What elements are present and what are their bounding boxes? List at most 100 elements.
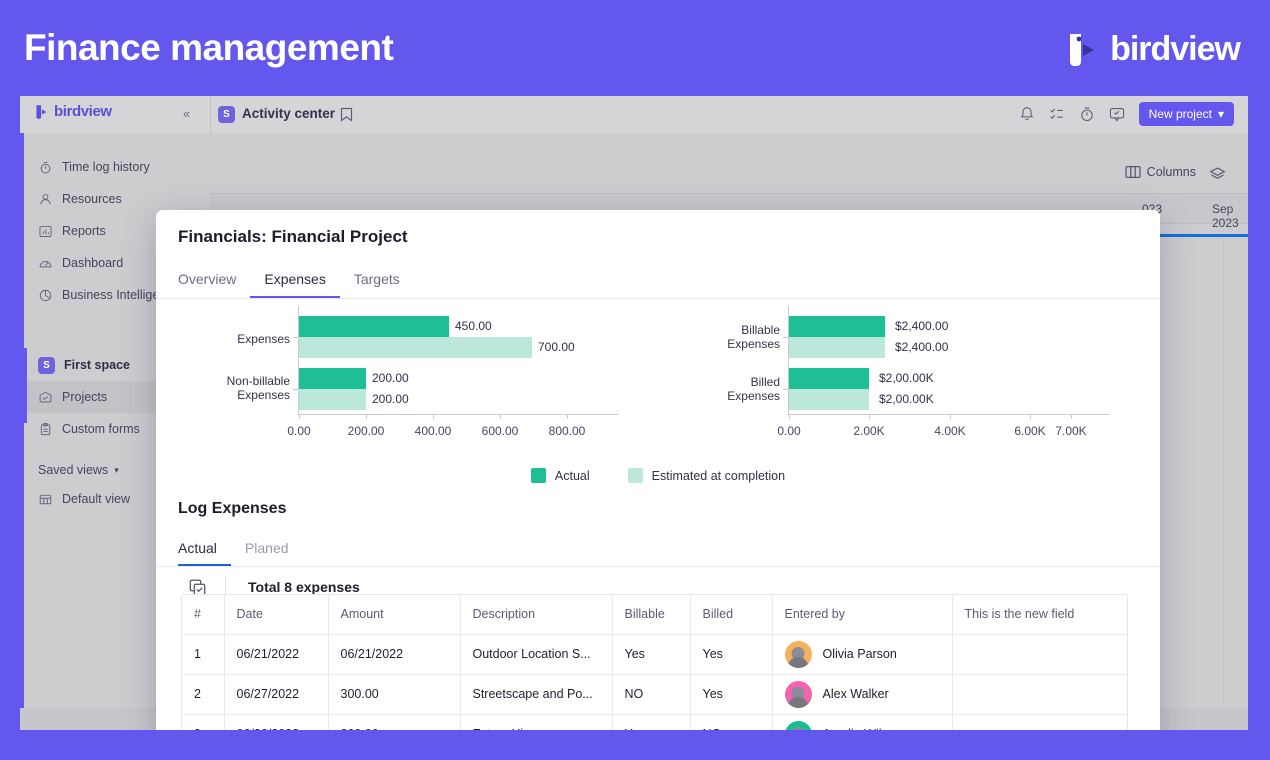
tab-planed[interactable]: Planed <box>231 532 303 566</box>
cell-date: 06/30/2022 <box>224 714 329 730</box>
cell-description: Outdoor Location S... <box>460 634 613 675</box>
tab-targets[interactable]: Targets <box>340 262 414 298</box>
entered-by-name: Amelia Wilson <box>823 727 902 730</box>
chart-category-label: Billed Expenses <box>727 375 780 403</box>
pie-chart-icon <box>39 289 52 301</box>
cell-number: 1 <box>182 634 225 675</box>
chart-legend: Actual Estimated at completion <box>156 468 1160 483</box>
cell-date: 06/27/2022 <box>224 674 329 715</box>
sidebar-item-time-log-history[interactable]: Time log history <box>24 151 210 183</box>
tab-expenses[interactable]: Expenses <box>250 262 341 298</box>
column-header-date[interactable]: Date <box>224 595 329 635</box>
cell-billed: Yes <box>690 674 773 715</box>
total-expenses-label: Total 8 expenses <box>248 579 360 595</box>
sidebar-item-label: Reports <box>62 224 106 238</box>
bar-billed-actual <box>789 368 869 389</box>
column-header-amount[interactable]: Amount <box>328 595 461 635</box>
cell-billable: Yes <box>612 634 691 675</box>
modal-tab-bar: Overview Expenses Targets <box>178 262 414 298</box>
entered-by-name: Alex Walker <box>822 687 889 701</box>
cell-amount: 200.00 <box>328 714 461 730</box>
billable-expenses-bar-chart: Billable Expenses Billed Expenses $2,400.0… <box>670 306 1110 451</box>
cell-billed: NO <box>690 714 773 730</box>
sidebar-collapse-button[interactable]: « <box>183 106 190 121</box>
new-project-button[interactable]: New project ▾ <box>1138 102 1234 126</box>
saved-views-label: Saved views <box>38 463 109 477</box>
background-toolbar: Columns <box>210 159 1248 193</box>
avatar <box>784 680 812 708</box>
cell-billable: NO <box>612 674 691 715</box>
checklist-icon[interactable] <box>1048 105 1066 123</box>
column-header-number[interactable]: # <box>182 595 225 635</box>
table-header-row: # Date Amount Description Billable Bille… <box>182 595 1127 635</box>
table-row[interactable]: 1 06/21/2022 06/21/2022 Outdoor Location… <box>182 634 1127 675</box>
log-expenses-tab-bar: Actual Planed <box>178 532 303 566</box>
bar-value-label: $2,400.00 <box>895 340 949 354</box>
expenses-table: # Date Amount Description Billable Bille… <box>182 595 1127 730</box>
bar-expenses-actual <box>299 316 449 337</box>
tab-actual[interactable]: Actual <box>178 532 231 566</box>
x-tick-label: 4.00K <box>934 424 966 438</box>
column-header-billed[interactable]: Billed <box>690 595 773 635</box>
log-expenses-title: Log Expenses <box>178 500 287 517</box>
chat-icon[interactable] <box>1108 105 1126 123</box>
topbar-icon-group <box>1018 105 1126 123</box>
entered-by-name: Olivia Parson <box>822 647 897 661</box>
cell-number: 3 <box>182 714 225 730</box>
modal-tabs-divider <box>156 298 1160 299</box>
cell-billable: Yes <box>612 714 691 730</box>
timer-icon <box>40 161 51 173</box>
bar-billable-actual <box>789 316 885 337</box>
column-header-entered-by[interactable]: Entered by <box>772 595 953 635</box>
column-header-description[interactable]: Description <box>460 595 613 635</box>
bar-billed-estimated <box>789 389 869 410</box>
birdview-bird-icon <box>1070 33 1095 66</box>
avatar <box>784 640 812 668</box>
table-row[interactable]: 3 06/30/2022 200.00 Extras Hire Yes NO A… <box>182 714 1127 730</box>
sidebar-item-label: Custom forms <box>62 422 140 436</box>
cell-description: Streetscape and Po... <box>460 674 613 715</box>
charts-region: Expenses Non-billable Expenses 450.00 700… <box>156 306 1160 466</box>
x-tick-label: 2.00K <box>853 424 885 438</box>
app-logo[interactable]: birdview <box>35 103 112 120</box>
timer-icon[interactable] <box>1078 105 1096 123</box>
page-banner: Finance management birdview <box>0 0 1270 96</box>
birdview-bird-icon <box>36 104 47 119</box>
tab-overview[interactable]: Overview <box>178 262 250 298</box>
chart-category-label: Expenses <box>237 332 290 346</box>
cell-new-field <box>952 674 1127 715</box>
sidebar-item-label: Projects <box>62 390 108 404</box>
column-header-new-field[interactable]: This is the new field <box>952 595 1127 635</box>
cell-billed: Yes <box>690 634 773 675</box>
user-icon <box>40 193 51 204</box>
bar-non-billable-actual <box>299 368 366 389</box>
sidebar-item-label: Dashboard <box>62 256 124 270</box>
space-badge: S <box>38 356 55 374</box>
x-tick-label: 6.00K <box>1014 424 1046 438</box>
space-badge: S <box>218 106 235 123</box>
cell-description: Extras Hire <box>460 714 613 730</box>
table-row[interactable]: 2 06/27/2022 300.00 Streetscape and Po..… <box>182 674 1127 715</box>
chart-x-axis <box>298 414 618 415</box>
cell-entered-by: Olivia Parson <box>772 634 953 675</box>
column-header-billable[interactable]: Billable <box>612 595 691 635</box>
sidebar-space-label: First space <box>64 358 131 372</box>
modal-title: Financials: Financial Project <box>178 227 408 246</box>
gauge-icon <box>39 260 52 267</box>
cell-amount: 06/21/2022 <box>328 634 461 675</box>
chevron-down-icon: ▾ <box>114 464 119 475</box>
expenses-table-wrapper: # Date Amount Description Billable Bille… <box>181 594 1128 730</box>
topbar-divider <box>210 96 211 133</box>
legend-swatch <box>627 468 643 483</box>
layers-icon[interactable] <box>1209 166 1226 182</box>
columns-icon <box>1125 166 1141 179</box>
app-top-bar: birdview « S Activity center New project… <box>20 96 1248 133</box>
bell-icon[interactable] <box>1018 105 1036 123</box>
bar-billable-estimated <box>789 337 885 358</box>
bookmark-icon[interactable] <box>340 107 353 122</box>
chart-x-axis <box>788 414 1110 415</box>
legend-swatch <box>530 468 546 483</box>
columns-button[interactable]: Columns <box>1125 165 1196 179</box>
legend-item-estimated: Estimated at completion <box>627 468 785 483</box>
new-project-label: New project <box>1148 107 1212 121</box>
